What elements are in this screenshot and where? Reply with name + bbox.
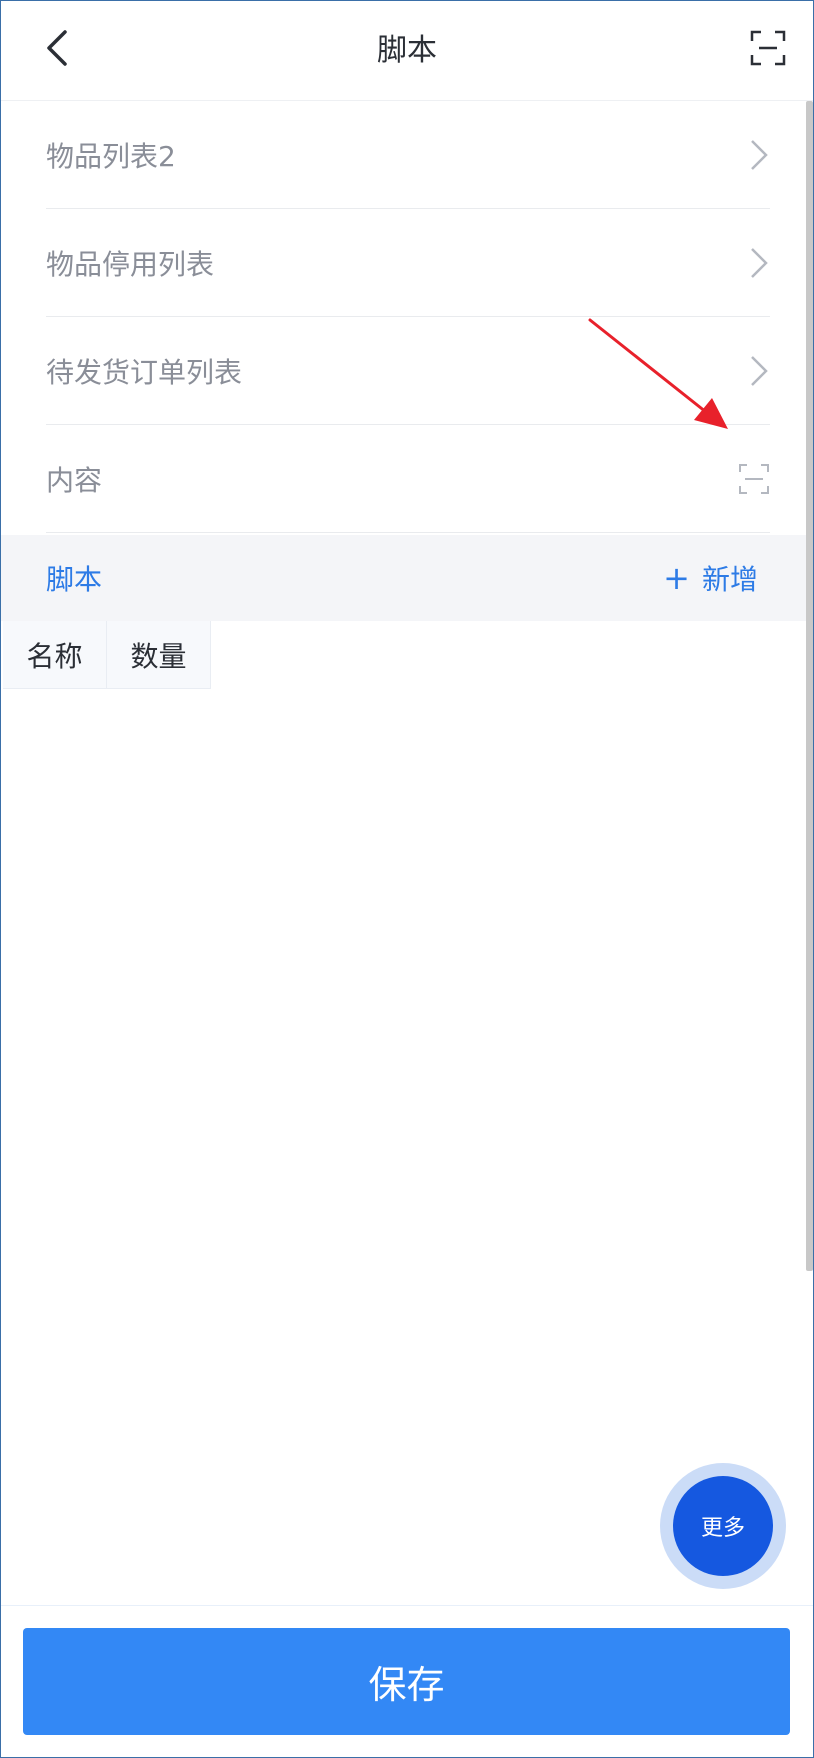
scan-icon[interactable] <box>738 463 770 495</box>
row-label: 待发货订单列表 <box>46 355 243 389</box>
row-label: 物品列表2 <box>46 139 176 173</box>
chevron-right-icon <box>751 139 768 170</box>
save-button[interactable]: 保存 <box>23 1628 790 1735</box>
row-label: 物品停用列表 <box>46 247 215 281</box>
annotation-arrow-icon <box>588 318 728 429</box>
more-button[interactable]: 更多 <box>673 1476 773 1576</box>
more-fab-ring: 更多 <box>660 1463 786 1589</box>
script-section-header: 脚本 + 新增 <box>1 535 806 621</box>
app-frame: 脚本 物品列表2 物品停用列表 待发货订单列表 内容 脚本 + 新增 名称 数量… <box>0 0 814 1758</box>
scan-icon <box>750 30 786 66</box>
row-label: 内容 <box>46 463 103 497</box>
section-title: 脚本 <box>46 563 103 596</box>
add-button-label: 新增 <box>701 563 758 596</box>
page-title: 脚本 <box>377 33 437 68</box>
scan-button[interactable] <box>743 23 793 73</box>
bottom-bar: 保存 <box>1 1605 813 1757</box>
column-header-name: 名称 <box>3 621 107 689</box>
form-row-content[interactable]: 内容 <box>46 425 770 533</box>
add-button[interactable]: + 新增 <box>663 558 758 598</box>
chevron-right-icon <box>751 355 768 386</box>
form-row-item-list-2[interactable]: 物品列表2 <box>46 101 770 209</box>
plus-icon: + <box>663 559 690 597</box>
top-nav-bar: 脚本 <box>1 1 813 101</box>
scrollbar[interactable] <box>806 101 813 1271</box>
chevron-right-icon <box>751 247 768 278</box>
column-header-quantity: 数量 <box>107 621 211 689</box>
form-row-item-disabled-list[interactable]: 物品停用列表 <box>46 209 770 317</box>
table-header: 名称 数量 <box>3 621 211 689</box>
